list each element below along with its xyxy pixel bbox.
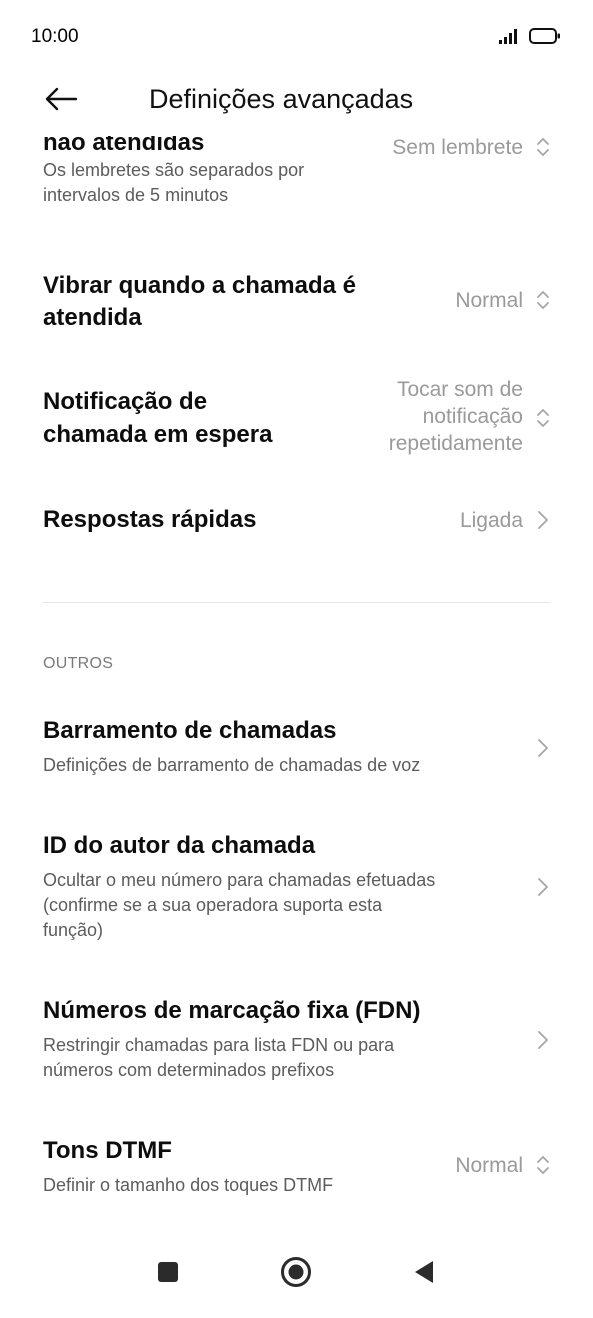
chevron-right-icon [533, 736, 553, 760]
setting-subtitle: Definir o tamanho dos toques DTMF [43, 1175, 334, 1195]
updown-icon [533, 406, 553, 430]
setting-value: Normal [455, 289, 523, 312]
setting-subtitle: Definições de barramento de chamadas de … [43, 755, 421, 775]
setting-quick-responses[interactable]: Respostas rápidas Ligada [0, 501, 593, 546]
setting-vibrate-answered[interactable]: Vibrar quando a chamada é atendida Norma… [0, 271, 593, 341]
chevron-right-icon [533, 875, 553, 899]
setting-subtitle: função) [43, 920, 104, 940]
setting-value: notificação [422, 405, 523, 428]
chevron-right-icon [533, 508, 553, 532]
status-icons [499, 27, 561, 50]
setting-title: Respostas rápidas [43, 506, 257, 533]
setting-fixed-dialing-numbers[interactable]: Números de marcação fixa (FDN) Restringi… [0, 996, 593, 1091]
setting-value: Sem lembrete [392, 136, 523, 159]
recents-square-icon [156, 1260, 180, 1289]
setting-subtitle: intervalos de 5 minutos [43, 185, 229, 205]
setting-title: ID do autor da chamada [43, 832, 316, 859]
section-header-outros: OUTROS [43, 655, 114, 672]
recents-button[interactable] [146, 1252, 190, 1296]
setting-subtitle: números com determinados prefixos [43, 1060, 335, 1080]
signal-icon [499, 28, 521, 49]
updown-icon [533, 136, 553, 159]
setting-call-barring[interactable]: Barramento de chamadas Definições de bar… [0, 716, 593, 786]
section-divider [43, 602, 550, 603]
setting-subtitle: Restringir chamadas para lista FDN ou pa… [43, 1035, 395, 1055]
back-arrow-icon [44, 87, 78, 116]
setting-value: repetidamente [388, 432, 523, 455]
updown-icon [533, 1153, 553, 1177]
setting-title: Números de marcação fixa (FDN) [43, 997, 421, 1024]
setting-call-waiting-notification[interactable]: Notificação de chamada em espera Tocar s… [0, 376, 593, 466]
status-time: 10:00 [31, 26, 79, 47]
back-triangle-icon [412, 1259, 436, 1290]
battery-icon [529, 27, 561, 50]
setting-caller-id[interactable]: ID do autor da chamada Ocultar o meu núm… [0, 831, 593, 951]
setting-subtitle: (confirme se a sua operadora suporta est… [43, 895, 383, 915]
setting-value: Ligada [459, 509, 523, 532]
setting-title: Vibrar quando a chamada é [43, 272, 356, 299]
back-button[interactable] [38, 78, 84, 124]
settings-list[interactable]: não atendidas Os lembretes são separados… [0, 136, 593, 1236]
chevron-right-icon [533, 1028, 553, 1052]
setting-missed-call-reminder[interactable]: não atendidas Os lembretes são separados… [0, 136, 593, 226]
setting-dtmf-tones[interactable]: Tons DTMF Definir o tamanho dos toques D… [0, 1136, 593, 1206]
page-title: Definições avançadas [149, 84, 414, 114]
setting-subtitle: Ocultar o meu número para chamadas efetu… [43, 870, 436, 890]
setting-title: Tons DTMF [43, 1137, 172, 1164]
setting-value: Tocar som de [396, 378, 523, 401]
setting-title: Barramento de chamadas [43, 717, 337, 744]
setting-title: chamada em espera [43, 421, 273, 448]
setting-subtitle: Os lembretes são separados por [43, 160, 305, 180]
navigation-bar [0, 1236, 593, 1318]
setting-value: Normal [455, 1154, 523, 1177]
header: Definições avançadas [0, 76, 593, 136]
back-nav-button[interactable] [402, 1252, 446, 1296]
home-circle-icon [280, 1256, 312, 1293]
setting-title: Notificação de [43, 388, 208, 415]
setting-title: atendida [43, 304, 142, 331]
updown-icon [533, 288, 553, 312]
status-bar: 10:00 [0, 0, 593, 76]
home-button[interactable] [274, 1252, 318, 1296]
setting-title: não atendidas [43, 136, 205, 156]
